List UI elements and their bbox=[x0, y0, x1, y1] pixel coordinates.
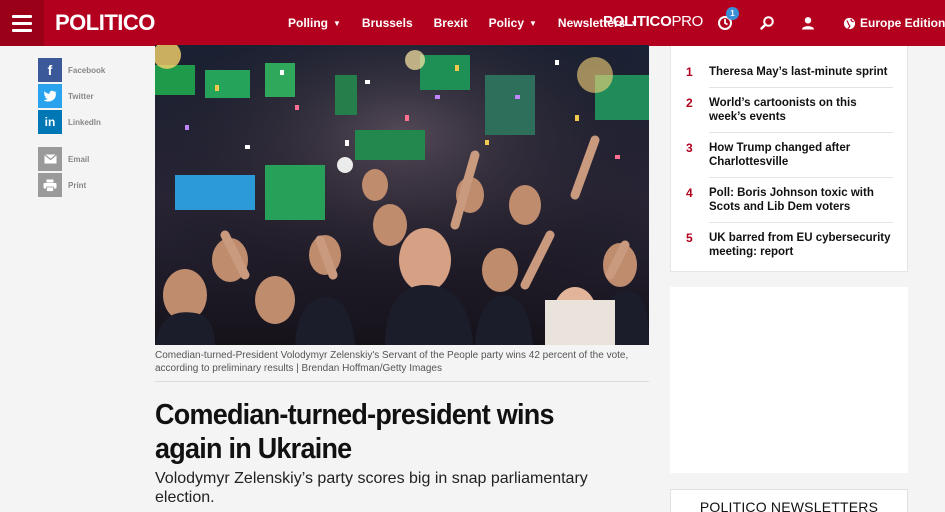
nav-polling[interactable]: Polling ▼ bbox=[288, 16, 341, 30]
article-hero-photo bbox=[155, 45, 649, 345]
politico-pro-link[interactable]: POLITICOPRO bbox=[603, 13, 703, 30]
share-twitter[interactable]: Twitter bbox=[38, 84, 105, 108]
share-facebook[interactable]: f Facebook bbox=[38, 58, 105, 82]
menu-icon[interactable] bbox=[0, 0, 44, 46]
divider bbox=[155, 381, 649, 382]
print-icon bbox=[38, 173, 62, 197]
notification-badge: 1 bbox=[726, 7, 739, 20]
globe-icon bbox=[843, 17, 856, 29]
edition-selector[interactable]: Europe Edition bbox=[843, 16, 945, 30]
search-icon[interactable] bbox=[756, 12, 778, 34]
nav-policy[interactable]: Policy ▼ bbox=[489, 16, 537, 30]
site-logo[interactable]: POLITICO bbox=[55, 10, 155, 36]
facebook-icon: f bbox=[38, 58, 62, 82]
linkedin-icon: in bbox=[38, 110, 62, 134]
chevron-down-icon: ▼ bbox=[333, 18, 341, 28]
most-read-item[interactable]: 1 Theresa May’s last-minute sprint bbox=[671, 46, 907, 88]
user-account-icon[interactable] bbox=[797, 12, 819, 34]
most-read-list: 1 Theresa May’s last-minute sprint 2 Wor… bbox=[670, 46, 908, 272]
twitter-icon bbox=[38, 84, 62, 108]
most-read-item[interactable]: 4 Poll: Boris Johnson toxic with Scots a… bbox=[671, 178, 907, 223]
newsletters-heading: POLITICO NEWSLETTERS bbox=[670, 489, 908, 512]
share-email[interactable]: Email bbox=[38, 147, 105, 171]
most-read-item[interactable]: 2 World’s cartoonists on this week’s eve… bbox=[671, 88, 907, 133]
share-linkedin[interactable]: in LinkedIn bbox=[38, 110, 105, 134]
nav-brussels[interactable]: Brussels bbox=[362, 16, 413, 30]
share-bar: f Facebook Twitter in LinkedIn Email Pri… bbox=[38, 58, 105, 199]
email-icon bbox=[38, 147, 62, 171]
article-dek: Volodymyr Zelenskiy’s party scores big i… bbox=[155, 470, 588, 506]
most-read-item[interactable]: 3 How Trump changed after Charlottesvill… bbox=[671, 133, 907, 178]
photo-caption: Comedian-turned-President Volodymyr Zele… bbox=[155, 350, 629, 374]
advertisement-slot bbox=[670, 287, 908, 473]
most-read-item[interactable]: 5 UK barred from EU cybersecurity meetin… bbox=[671, 223, 907, 259]
article-headline: Comedian-turned-president wins again in … bbox=[155, 399, 554, 465]
nav-brexit[interactable]: Brexit bbox=[434, 16, 468, 30]
share-print[interactable]: Print bbox=[38, 173, 105, 197]
chevron-down-icon: ▼ bbox=[529, 18, 537, 28]
